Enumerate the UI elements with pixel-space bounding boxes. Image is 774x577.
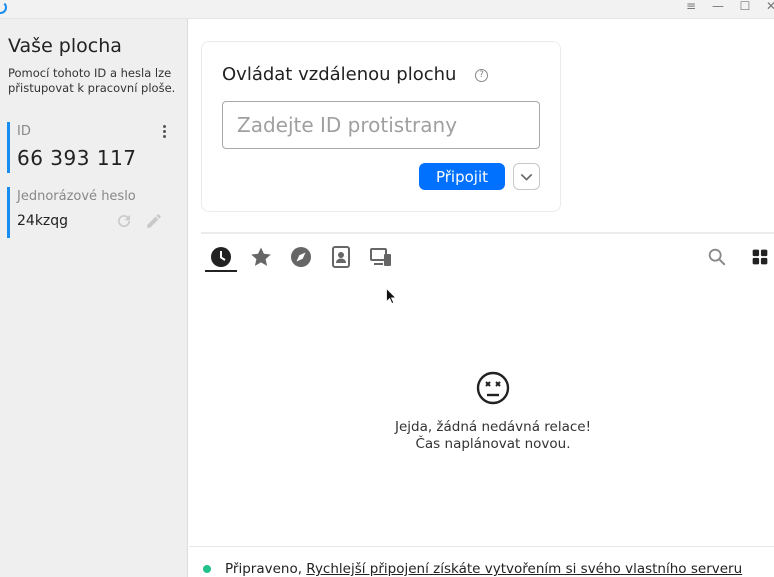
menu-button[interactable]: ≡ [680,0,702,14]
section-divider [201,232,774,234]
empty-state-subtitle: Čas naplánovat novou. [415,436,571,452]
tab-address-book[interactable] [329,245,353,269]
edit-icon[interactable] [145,212,163,230]
sidebar-description: Pomocí tohoto ID a hesla lze přistupovat… [8,66,176,95]
title-bar: ≡ — ☐ ✕ [0,0,774,19]
maximize-button[interactable]: ☐ [734,0,756,14]
password-value: 24kzqg [17,213,69,229]
own-server-link[interactable]: Rychlejší připojení získáte vytvořením s… [306,561,742,577]
mouse-cursor-icon [386,288,397,304]
more-options-icon[interactable] [157,124,171,140]
status-text: Připraveno, Rychlejší připojení získáte … [225,561,742,577]
sidebar-title: Vaše plocha [8,35,122,57]
connect-options-button[interactable] [513,163,540,190]
connect-button[interactable]: Připojit [419,163,505,190]
password-label: Jednorázové heslo [17,189,136,204]
sidebar: Vaše plocha Pomocí tohoto ID a hesla lze… [0,19,188,577]
id-card: ID 66 393 117 [7,122,179,173]
tab-discovered[interactable] [289,245,313,269]
remote-id-input[interactable] [222,101,540,149]
refresh-icon[interactable] [115,212,133,230]
minimize-button[interactable]: — [707,0,729,14]
close-button[interactable]: ✕ [760,0,774,14]
id-label: ID [17,124,31,139]
sad-face-icon [476,371,510,405]
search-icon[interactable] [706,246,728,268]
app-logo-icon [0,1,7,14]
chevron-down-icon [520,173,533,181]
grid-view-icon[interactable] [749,246,771,268]
id-value: 66 393 117 [17,146,137,170]
password-card: Jednorázové heslo 24kzqg [7,187,179,238]
tab-favorites[interactable] [249,245,273,269]
status-indicator-icon [203,565,211,573]
connect-panel: Ovládat vzdálenou plochu ? Připojit [201,41,561,212]
status-label: Připraveno, [225,561,307,577]
tab-selected-indicator [205,270,237,272]
tab-devices[interactable] [369,245,393,269]
help-icon[interactable]: ? [475,69,488,82]
status-bar: Připraveno, Rychlejší připojení získáte … [189,546,774,577]
connect-title: Ovládat vzdálenou plochu [222,64,457,85]
empty-state-title: Jejda, žádná nedávná relace! [394,419,592,435]
tab-recent[interactable] [209,245,233,269]
